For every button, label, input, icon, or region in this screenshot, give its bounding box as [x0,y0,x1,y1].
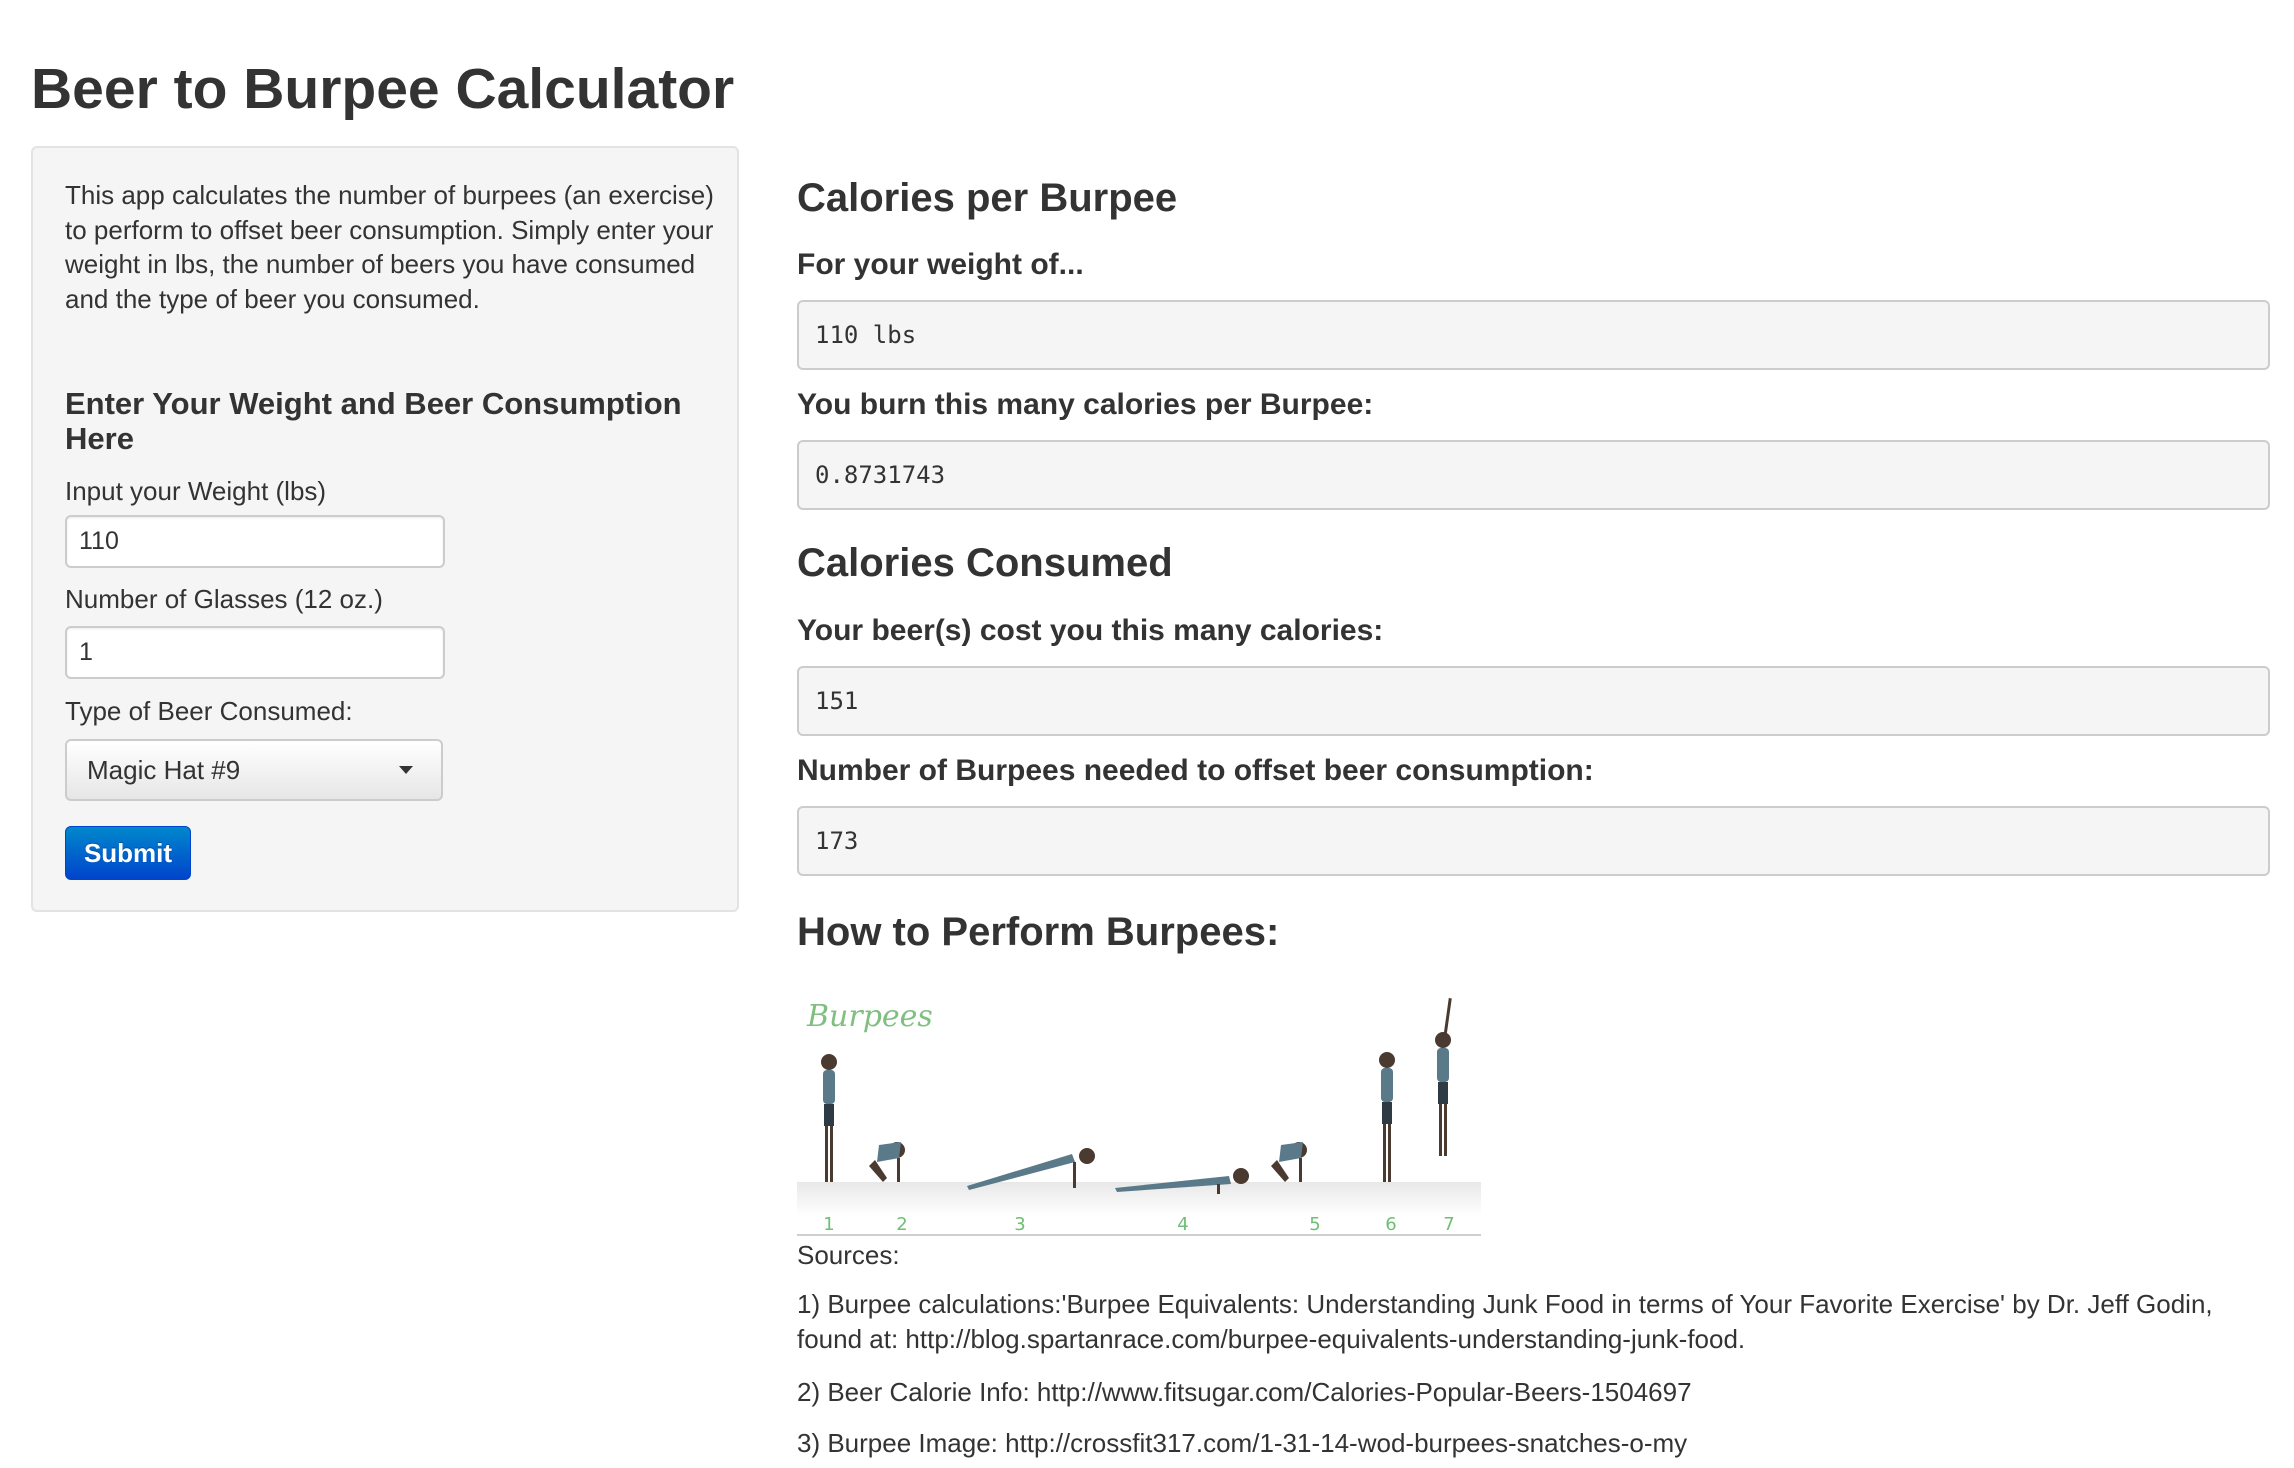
glasses-label: Number of Glasses (12 oz.) [65,584,383,614]
burpee-step-number: 7 [1443,1214,1454,1235]
source-item-1: 1) Burpee calculations:'Burpee Equivalen… [797,1289,2213,1354]
how-to-heading: How to Perform Burpees: [797,910,1280,954]
sources-heading: Sources: [797,1240,900,1270]
cost-output: 151 [797,666,2270,736]
app-description: This app calculates the number of burpee… [65,180,714,314]
weight-input[interactable] [65,515,445,568]
cost-output-label: Your beer(s) cost you this many calories… [797,614,1384,647]
burpee-image-caption: Burpees [806,999,933,1034]
burpee-step-1-figure [821,1054,837,1182]
page-title: Beer to Burpee Calculator [31,57,735,121]
submit-button[interactable]: Submit [65,826,191,880]
beer-type-select[interactable]: Magic Hat #9 [65,739,443,801]
burn-output-label: You burn this many calories per Burpee: [797,388,1374,421]
sidebar-panel: This app calculates the number of burpee… [31,146,739,912]
burpees-output-label: Number of Burpees needed to offset beer … [797,754,1594,787]
beer-type-label: Type of Beer Consumed: [65,696,353,726]
calories-per-burpee-heading: Calories per Burpee [797,176,1178,220]
weight-output: 110 lbs [797,300,2270,370]
burpee-step-6-figure [1379,1052,1395,1182]
caret-down-icon [399,766,413,774]
burpee-step-number: 4 [1177,1214,1188,1235]
burpee-step-number: 3 [1014,1214,1025,1235]
glasses-input[interactable] [65,626,445,679]
burpee-step-5-figure [1271,1142,1307,1182]
burpee-step-number: 1 [823,1214,834,1235]
source-item-3: 3) Burpee Image: http://crossfit317.com/… [797,1428,1688,1458]
calories-consumed-heading: Calories Consumed [797,541,1173,585]
burpees-output: 173 [797,806,2270,876]
burpee-step-number: 5 [1309,1214,1320,1235]
input-section-heading: Enter Your Weight and Beer Consumption H… [65,386,682,456]
beer-type-selected-value: Magic Hat #9 [87,754,241,785]
burpee-step-7-figure [1435,998,1452,1156]
burpee-step-number: 6 [1385,1214,1396,1235]
source-item-2: 2) Beer Calorie Info: http://www.fitsuga… [797,1377,1692,1407]
burpee-illustration: Burpees 1 2 3 4 5 6 7 [797,998,1481,1236]
burn-output: 0.8731743 [797,440,2270,510]
burpee-step-number: 2 [896,1214,907,1235]
burpee-step-2-figure [869,1142,905,1182]
weight-output-label: For your weight of... [797,248,1084,281]
weight-label: Input your Weight (lbs) [65,476,327,506]
